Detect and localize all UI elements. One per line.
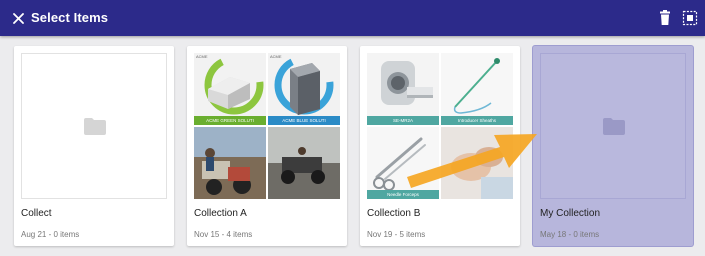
collection-card-a[interactable]: ACME ACME GREEN SOLUTI ACME ACME BLUE SO… [187,46,347,246]
thumbnail-tile-photo [194,127,266,199]
product-image [274,55,334,115]
collection-thumbnail: ACME ACME GREEN SOLUTI ACME ACME BLUE SO… [194,53,340,199]
collection-meta: Nov 19 - 5 items [367,230,426,239]
delete-button[interactable] [658,10,672,26]
collection-title: Collect [21,208,52,219]
tile-caption [441,190,513,199]
collection-meta: Aug 21 - 0 items [21,230,80,239]
collection-card-b[interactable]: SE-MR2A Introducer Sheaths Needle Forcep… [360,46,520,246]
tile-caption [194,190,266,199]
hands-image [441,127,513,199]
page-title: Select Items [31,10,109,25]
tile-caption: Introducer Sheaths [441,116,513,125]
forceps-image [373,137,426,191]
thumbnail-tile-sheath: Introducer Sheaths [441,53,513,125]
vehicle-image [268,127,340,199]
app-bar: Select Items [0,0,705,36]
thumbnail-tile-vehicle [268,127,340,199]
select-all-icon [682,10,698,26]
collection-meta: May 18 - 0 items [540,230,600,239]
collection-meta: Nov 15 - 4 items [194,230,253,239]
collection-thumbnail [540,53,686,199]
photo-image [194,127,266,199]
folder-icon [603,118,625,135]
tile-caption: SE-MR2A [367,116,439,125]
collection-thumbnail: SE-MR2A Introducer Sheaths Needle Forcep… [367,53,513,199]
thumbnail-tile-forceps: Needle Forceps [367,127,439,199]
folder-icon [84,118,106,135]
thumbnail-tile-blue-product: ACME ACME BLUE SOLUTI [268,53,340,125]
tile-badge: ACME [270,54,282,59]
tile-caption: Needle Forceps [367,190,439,199]
tile-caption: ACME GREEN SOLUTI [194,116,266,125]
collection-card-collect[interactable]: Collect Aug 21 - 0 items [14,46,174,246]
mri-image [381,61,433,105]
product-image [204,55,264,115]
select-all-button[interactable] [682,10,698,26]
tile-caption [268,190,340,199]
tile-badge: ACME [196,54,208,59]
collection-title: Collection B [367,208,421,219]
thumbnail-tile-mri: SE-MR2A [367,53,439,125]
trash-icon [660,10,670,25]
collection-card-my-collection[interactable]: My Collection May 18 - 0 items [533,46,693,246]
thumbnail-tile-green-product: ACME ACME GREEN SOLUTI [194,53,266,125]
tile-caption: ACME BLUE SOLUTI [268,116,340,125]
thumbnail-tile-hands [441,127,513,199]
close-icon [12,12,24,24]
collection-thumbnail [21,53,167,199]
collection-title: Collection A [194,208,247,219]
close-button[interactable] [9,9,27,27]
sheath-image [453,58,500,114]
collection-title: My Collection [540,208,601,219]
